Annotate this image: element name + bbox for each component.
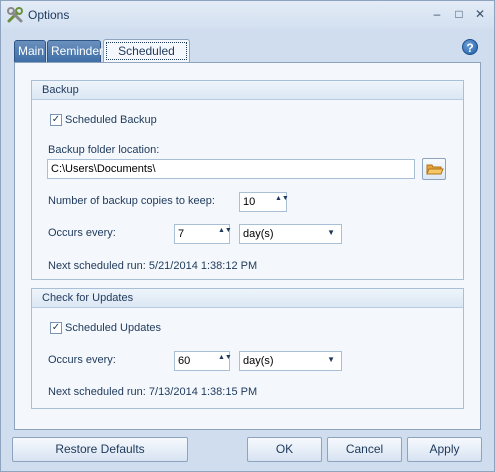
tab-main[interactable]: Main bbox=[14, 40, 46, 62]
updates-next-run: Next scheduled run: 7/13/2014 1:38:15 PM bbox=[48, 386, 258, 398]
spin-arrows-icon[interactable]: ▲▼ bbox=[218, 354, 232, 361]
updates-occurs-spinner[interactable]: 60 ▲▼ bbox=[174, 351, 232, 371]
options-window: Options – □ ✕ Main Reminder Scheduled Ta… bbox=[0, 0, 495, 472]
chevron-down-icon: ▼ bbox=[327, 355, 335, 364]
tools-icon bbox=[7, 7, 23, 23]
restore-defaults-button[interactable]: Restore Defaults bbox=[12, 437, 188, 462]
backup-occurs-label: Occurs every: bbox=[48, 227, 116, 239]
backup-next-run: Next scheduled run: 5/21/2014 1:38:12 PM bbox=[48, 260, 258, 272]
spin-arrows-icon[interactable]: ▲▼ bbox=[275, 195, 289, 202]
backup-copies-spinner[interactable]: 10 ▲▼ bbox=[239, 192, 289, 212]
updates-group: Check for Updates ✓ Scheduled Updates Oc… bbox=[31, 288, 464, 409]
backup-occurs-spinner[interactable]: 7 ▲▼ bbox=[174, 224, 232, 244]
title-bar: Options – □ ✕ bbox=[1, 1, 494, 29]
backup-group: Backup ✓ Scheduled Backup Backup folder … bbox=[31, 80, 464, 280]
backup-unit-dropdown[interactable]: day(s) ▼ bbox=[239, 224, 342, 244]
window-title: Options bbox=[28, 8, 70, 22]
updates-unit-value: day(s) bbox=[243, 355, 274, 367]
help-icon[interactable]: ? bbox=[462, 39, 478, 55]
cancel-button[interactable]: Cancel bbox=[327, 437, 402, 462]
close-button[interactable]: ✕ bbox=[473, 7, 487, 21]
backup-unit-value: day(s) bbox=[243, 228, 274, 240]
tab-scheduled-tasks[interactable]: Scheduled Tasks bbox=[103, 39, 190, 80]
scheduled-updates-label: Scheduled Updates bbox=[65, 322, 162, 334]
updates-occurs-label: Occurs every: bbox=[48, 354, 116, 366]
maximize-button[interactable]: □ bbox=[452, 7, 466, 21]
folder-icon bbox=[426, 164, 444, 175]
updates-occurs-value: 60 bbox=[178, 355, 191, 367]
backup-copies-label: Number of backup copies to keep: bbox=[48, 195, 215, 207]
backup-copies-value: 10 bbox=[243, 196, 256, 208]
scheduled-backup-label: Scheduled Backup bbox=[65, 114, 157, 126]
tab-reminder[interactable]: Reminder bbox=[47, 40, 103, 62]
browse-folder-button[interactable] bbox=[422, 158, 446, 180]
backup-folder-input[interactable]: C:\Users\Documents\ bbox=[47, 159, 415, 179]
backup-folder-label: Backup folder location: bbox=[48, 144, 160, 156]
spin-arrows-icon[interactable]: ▲▼ bbox=[218, 227, 232, 234]
scheduled-backup-checkbox[interactable]: ✓ bbox=[50, 114, 62, 126]
ok-button[interactable]: OK bbox=[247, 437, 322, 462]
updates-group-header: Check for Updates bbox=[32, 289, 463, 308]
backup-group-header: Backup bbox=[32, 81, 463, 100]
scheduled-updates-checkbox[interactable]: ✓ bbox=[50, 322, 62, 334]
chevron-down-icon: ▼ bbox=[327, 228, 335, 237]
backup-occurs-value: 7 bbox=[178, 228, 185, 240]
minimize-button[interactable]: – bbox=[430, 7, 444, 21]
apply-button[interactable]: Apply bbox=[407, 437, 482, 462]
updates-unit-dropdown[interactable]: day(s) ▼ bbox=[239, 351, 342, 371]
scheduled-tasks-panel: Backup ✓ Scheduled Backup Backup folder … bbox=[14, 62, 481, 430]
